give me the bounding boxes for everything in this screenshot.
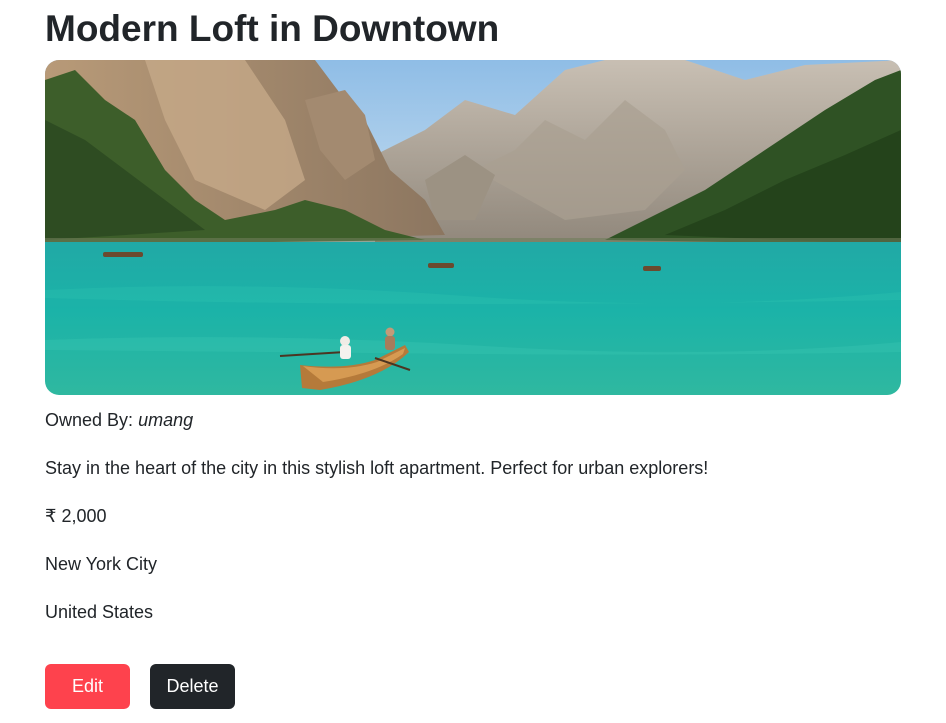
listing-page: Modern Loft in Downtown Owned By: umang … — [0, 0, 946, 723]
listing-location: New York City — [45, 554, 158, 574]
listing-country: United States — [45, 602, 154, 622]
owner-name: umang — [138, 410, 194, 430]
listing-description: Stay in the heart of the city in this st… — [45, 458, 709, 478]
owner-label: Owned By: — [45, 410, 134, 430]
listing-image — [45, 60, 901, 395]
delete-button[interactable]: Delete — [150, 664, 235, 709]
listing-price: ₹ 2,000 — [45, 506, 107, 526]
owner-line: Owned By: umang — [45, 409, 193, 431]
listing-title: Modern Loft in Downtown — [45, 8, 500, 49]
edit-button[interactable]: Edit — [45, 664, 130, 709]
